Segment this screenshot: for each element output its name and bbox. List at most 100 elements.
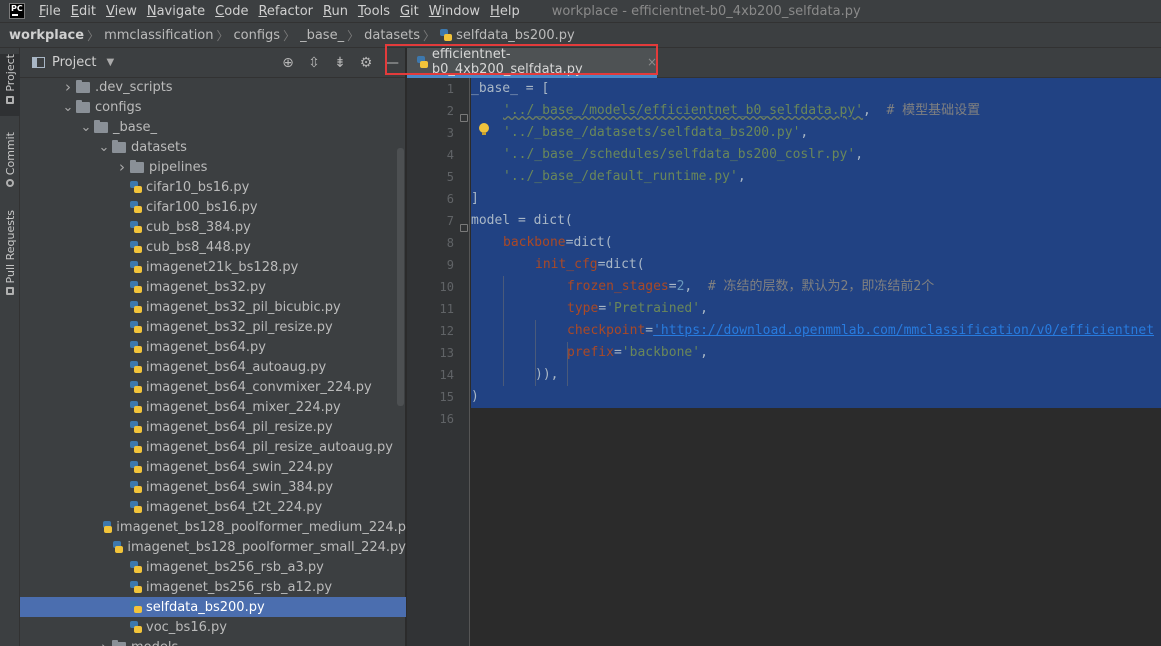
python-file-icon: [130, 261, 142, 273]
gear-icon[interactable]: ⚙: [353, 55, 379, 71]
python-file-icon: [130, 381, 142, 393]
tree-file-item[interactable]: imagenet21k_bs128.py: [20, 257, 406, 277]
code-url[interactable]: 'https://download.openmmlab.com/mmclassi…: [653, 323, 1154, 338]
line-number: 1: [446, 82, 454, 96]
code-token: ]: [471, 191, 479, 206]
chevron-down-icon[interactable]: ⌄: [60, 100, 76, 115]
tree-file-item[interactable]: imagenet_bs32.py: [20, 277, 406, 297]
tree-item-label: voc_bs16.py: [146, 619, 227, 635]
menu-edit[interactable]: Edit: [71, 4, 96, 19]
tree-item-label: imagenet_bs32.py: [146, 279, 266, 295]
breadcrumb-item-file[interactable]: selfdata_bs200.py: [440, 28, 575, 43]
locate-file-icon[interactable]: ⊕: [275, 55, 301, 71]
window-title: workplace - efficientnet-b0_4xb200_selfd…: [551, 3, 861, 19]
line-number: 16: [439, 412, 454, 426]
tree-file-item[interactable]: imagenet_bs32_pil_bicubic.py: [20, 297, 406, 317]
tree-file-item[interactable]: cifar100_bs16.py: [20, 197, 406, 217]
tree-file-item[interactable]: imagenet_bs64_autoaug.py: [20, 357, 406, 377]
code-line-1: _base_ = [: [471, 78, 549, 100]
menu-code[interactable]: Code: [215, 4, 248, 19]
tool-tab-commit[interactable]: Commit: [0, 132, 20, 194]
tree-item-label: imagenet_bs64_swin_224.py: [146, 459, 334, 475]
menu-tools[interactable]: Tools: [358, 4, 390, 19]
tree-file-item[interactable]: imagenet_bs64_pil_resize_autoaug.py: [20, 437, 406, 457]
pycharm-logo-icon: PC: [9, 3, 25, 19]
breadcrumb-item-datasets[interactable]: datasets: [364, 28, 420, 43]
editor-tab-efficientnet[interactable]: efficientnet-b0_4xb200_selfdata.py ×: [385, 44, 658, 78]
line-number: 3: [446, 126, 454, 140]
code-editor[interactable]: _base_ = [ '../_base_/models/efficientne…: [471, 78, 1161, 646]
tree-file-item[interactable]: voc_bs16.py: [20, 617, 406, 637]
code-line-15: ): [471, 386, 479, 408]
python-file-icon: [130, 181, 142, 193]
project-panel-title[interactable]: Project: [52, 55, 96, 70]
breadcrumb-item-mmclassification[interactable]: mmclassification: [104, 28, 213, 43]
menu-navigate[interactable]: Navigate: [147, 4, 205, 19]
fold-marker-icon[interactable]: [460, 224, 468, 232]
python-file-icon: [130, 481, 142, 493]
line-number: 13: [439, 346, 454, 360]
tree-folder-item[interactable]: › .dev_scripts: [20, 78, 406, 97]
code-token: =: [613, 345, 622, 360]
folder-icon: [94, 119, 108, 133]
chevron-down-icon[interactable]: ▼: [106, 57, 114, 68]
menu-view[interactable]: View: [106, 4, 137, 19]
code-string: '../_base_/models/efficientnet_b0_selfda…: [503, 103, 864, 118]
expand-all-icon[interactable]: ⇳: [301, 55, 327, 71]
tree-item-label: selfdata_bs200.py: [146, 599, 265, 615]
project-tree-scrollbar[interactable]: [397, 148, 404, 406]
code-token: _base_ = [: [471, 81, 550, 96]
tree-file-item[interactable]: imagenet_bs64_pil_resize.py: [20, 417, 406, 437]
chevron-right-icon[interactable]: ›: [96, 638, 112, 646]
code-keyword-arg: init_cfg: [535, 257, 598, 272]
chevron-right-icon[interactable]: ›: [60, 78, 76, 96]
tree-file-item[interactable]: imagenet_bs64_swin_224.py: [20, 457, 406, 477]
tree-file-item[interactable]: imagenet_bs64_mixer_224.py: [20, 397, 406, 417]
menu-file[interactable]: File: [39, 4, 61, 19]
tree-file-item[interactable]: selfdata_bs200.py: [20, 597, 406, 617]
tree-folder-item[interactable]: › pipelines: [20, 157, 406, 177]
tree-file-item[interactable]: imagenet_bs64_t2t_224.py: [20, 497, 406, 517]
tree-folder-item[interactable]: › models: [20, 637, 406, 646]
tree-folder-item[interactable]: ⌄ configs: [20, 97, 406, 117]
chevron-right-icon[interactable]: ›: [114, 158, 130, 176]
tool-tab-pull-requests[interactable]: Pull Requests: [0, 210, 20, 304]
chevron-down-icon[interactable]: ⌄: [96, 140, 112, 155]
breadcrumb-item-base[interactable]: _base_: [300, 28, 344, 43]
breadcrumb-item-configs[interactable]: configs: [234, 28, 281, 43]
tree-item-label: imagenet_bs64_mixer_224.py: [146, 399, 341, 415]
tree-file-item[interactable]: imagenet_bs64_convmixer_224.py: [20, 377, 406, 397]
line-number: 2: [446, 104, 454, 118]
python-file-icon: [130, 341, 142, 353]
python-file-icon: [130, 581, 142, 593]
breadcrumb-item-workplace[interactable]: workplace: [9, 28, 84, 43]
tree-item-label: .dev_scripts: [95, 79, 173, 95]
tree-file-item[interactable]: imagenet_bs256_rsb_a3.py: [20, 557, 406, 577]
intention-bulb-icon[interactable]: [479, 123, 489, 136]
tree-item-label: imagenet_bs64_swin_384.py: [146, 479, 334, 495]
menu-git[interactable]: Git: [400, 4, 419, 19]
code-string: '../_base_/default_runtime.py': [503, 169, 738, 184]
tree-file-item[interactable]: imagenet_bs256_rsb_a12.py: [20, 577, 406, 597]
fold-marker-icon[interactable]: [460, 114, 468, 122]
python-file-icon: [130, 601, 142, 613]
tree-file-item[interactable]: cub_bs8_448.py: [20, 237, 406, 257]
menu-refactor[interactable]: Refactor: [258, 4, 313, 19]
menu-window[interactable]: Window: [429, 4, 480, 19]
project-tree: › .dev_scripts ⌄ configs ⌄ _base_ ⌄ datasets › pi…: [20, 78, 406, 646]
tree-folder-item[interactable]: ⌄ _base_: [20, 117, 406, 137]
tree-folder-item[interactable]: ⌄ datasets: [20, 137, 406, 157]
tree-file-item[interactable]: imagenet_bs128_poolformer_medium_224.p: [20, 517, 406, 537]
line-number: 12: [439, 324, 454, 338]
tree-file-item[interactable]: imagenet_bs64.py: [20, 337, 406, 357]
collapse-all-icon[interactable]: ⇟: [327, 55, 353, 71]
tree-file-item[interactable]: cifar10_bs16.py: [20, 177, 406, 197]
tree-file-item[interactable]: cub_bs8_384.py: [20, 217, 406, 237]
tool-tab-project[interactable]: Project: [0, 54, 20, 116]
chevron-down-icon[interactable]: ⌄: [78, 120, 94, 135]
menu-help[interactable]: Help: [490, 4, 520, 19]
tree-file-item[interactable]: imagenet_bs64_swin_384.py: [20, 477, 406, 497]
tree-file-item[interactable]: imagenet_bs32_pil_resize.py: [20, 317, 406, 337]
tree-file-item[interactable]: imagenet_bs128_poolformer_small_224.py: [20, 537, 406, 557]
menu-run[interactable]: Run: [323, 4, 348, 19]
